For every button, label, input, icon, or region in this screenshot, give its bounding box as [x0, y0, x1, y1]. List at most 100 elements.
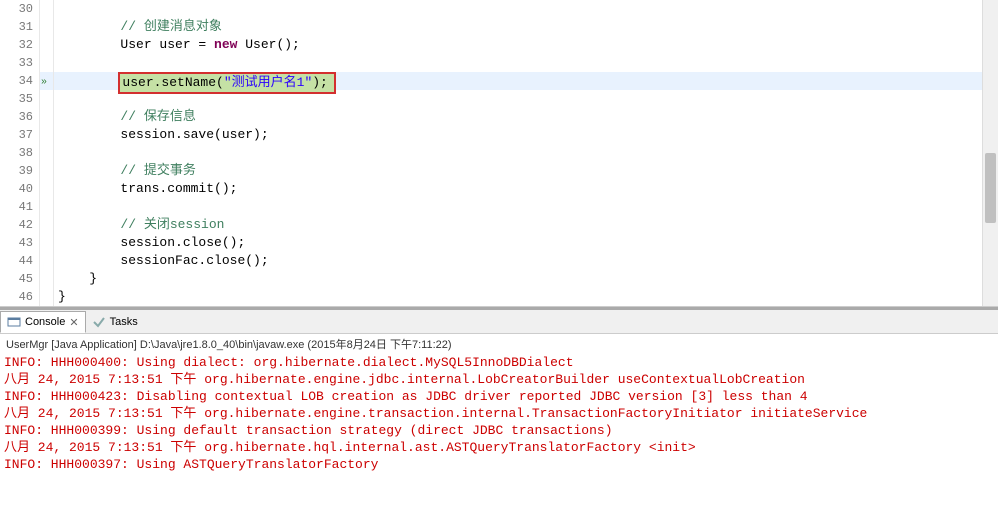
console-line: INFO: HHH000400: Using dialect: org.hibe… [4, 354, 994, 371]
console-icon [7, 315, 21, 329]
code-content[interactable]: user.setName("测试用户名1"); [54, 72, 998, 90]
bottom-panel: Console ✕ Tasks UserMgr [Java Applicatio… [0, 307, 998, 529]
token-method: ); [312, 75, 328, 90]
gutter-annotation [40, 234, 54, 252]
code-content[interactable] [54, 144, 998, 162]
line-number: 35 [0, 90, 40, 108]
tab-bar: Console ✕ Tasks [0, 310, 998, 334]
token-punct: } [89, 271, 97, 286]
tab-console[interactable]: Console ✕ [0, 311, 86, 333]
vertical-scrollbar[interactable] [982, 0, 998, 306]
gutter-annotation [40, 54, 54, 72]
gutter-annotation [40, 162, 54, 180]
console-output[interactable]: INFO: HHH000400: Using dialect: org.hibe… [0, 354, 998, 473]
code-content[interactable] [54, 198, 998, 216]
code-content[interactable]: // 保存信息 [54, 108, 998, 126]
gutter-annotation [40, 288, 54, 306]
code-line[interactable]: 31 // 创建消息对象 [0, 18, 998, 36]
close-icon[interactable]: ✕ [69, 316, 78, 329]
console-line: INFO: HHH000399: Using default transacti… [4, 422, 994, 439]
gutter-annotation: » [40, 72, 54, 90]
code-line[interactable]: 30 [0, 0, 998, 18]
code-content[interactable]: // 关闭session [54, 216, 998, 234]
code-line[interactable]: 44 sessionFac.close(); [0, 252, 998, 270]
tasks-icon [92, 315, 106, 329]
token-method: session.close(); [120, 235, 245, 250]
token-kw: new [214, 37, 237, 52]
code-line[interactable]: 42 // 关闭session [0, 216, 998, 234]
line-number: 33 [0, 54, 40, 72]
gutter-annotation [40, 90, 54, 108]
gutter-annotation [40, 252, 54, 270]
scrollbar-thumb[interactable] [985, 153, 996, 223]
code-line[interactable]: 32 User user = new User(); [0, 36, 998, 54]
token-method: user.setName( [122, 75, 223, 90]
code-content[interactable] [54, 0, 998, 18]
code-line[interactable]: 40 trans.commit(); [0, 180, 998, 198]
line-number: 34 [0, 72, 40, 90]
token-method: session.save(user); [120, 127, 268, 142]
gutter-annotation [40, 126, 54, 144]
line-number: 36 [0, 108, 40, 126]
tab-tasks[interactable]: Tasks [86, 311, 144, 333]
line-number: 32 [0, 36, 40, 54]
code-content[interactable] [54, 90, 998, 108]
code-line[interactable]: 36 // 保存信息 [0, 108, 998, 126]
code-line[interactable]: 33 [0, 54, 998, 72]
token-punct: } [58, 289, 66, 304]
line-number: 38 [0, 144, 40, 162]
gutter-annotation [40, 144, 54, 162]
code-content[interactable]: trans.commit(); [54, 180, 998, 198]
token-cmt: // 关闭session [120, 217, 224, 232]
console-header: UserMgr [Java Application] D:\Java\jre1.… [0, 334, 998, 354]
code-content[interactable]: User user = new User(); [54, 36, 998, 54]
line-number: 41 [0, 198, 40, 216]
code-line[interactable]: 35 [0, 90, 998, 108]
gutter-annotation [40, 36, 54, 54]
line-number: 42 [0, 216, 40, 234]
code-line[interactable]: 46} [0, 288, 998, 306]
gutter-annotation [40, 270, 54, 288]
gutter-annotation [40, 216, 54, 234]
token-str: "测试用户名1" [224, 75, 312, 90]
line-number: 40 [0, 180, 40, 198]
gutter-annotation [40, 0, 54, 18]
gutter-annotation [40, 18, 54, 36]
gutter-annotation [40, 180, 54, 198]
code-line[interactable]: 41 [0, 198, 998, 216]
code-content[interactable]: session.close(); [54, 234, 998, 252]
code-content[interactable]: // 提交事务 [54, 162, 998, 180]
token-cmt: // 提交事务 [120, 163, 195, 178]
line-number: 46 [0, 288, 40, 306]
code-line[interactable]: 39 // 提交事务 [0, 162, 998, 180]
code-line[interactable]: 37 session.save(user); [0, 126, 998, 144]
code-content[interactable]: // 创建消息对象 [54, 18, 998, 36]
line-number: 39 [0, 162, 40, 180]
token-type: User(); [237, 37, 299, 52]
code-line[interactable]: 43 session.close(); [0, 234, 998, 252]
line-number: 44 [0, 252, 40, 270]
code-line[interactable]: 38 [0, 144, 998, 162]
gutter-annotation [40, 108, 54, 126]
line-number: 43 [0, 234, 40, 252]
tab-tasks-label: Tasks [110, 316, 138, 328]
code-content[interactable]: sessionFac.close(); [54, 252, 998, 270]
code-content[interactable]: } [54, 270, 998, 288]
code-line[interactable]: 45 } [0, 270, 998, 288]
console-line: INFO: HHH000423: Disabling contextual LO… [4, 388, 994, 405]
tab-console-label: Console [25, 316, 65, 328]
console-line: 八月 24, 2015 7:13:51 下午 org.hibernate.eng… [4, 405, 994, 422]
console-line: 八月 24, 2015 7:13:51 下午 org.hibernate.eng… [4, 371, 994, 388]
console-line: INFO: HHH000397: Using ASTQueryTranslato… [4, 456, 994, 473]
code-content[interactable] [54, 54, 998, 72]
code-content[interactable]: } [54, 288, 998, 306]
token-method: trans.commit(); [120, 181, 237, 196]
code-content[interactable]: session.save(user); [54, 126, 998, 144]
code-line[interactable]: 34» user.setName("测试用户名1"); [0, 72, 998, 90]
line-number: 45 [0, 270, 40, 288]
token-method: sessionFac.close(); [120, 253, 268, 268]
console-line: 八月 24, 2015 7:13:51 下午 org.hibernate.hql… [4, 439, 994, 456]
code-editor[interactable]: 30 31 // 创建消息对象32 User user = new User()… [0, 0, 998, 307]
token-cmt: // 创建消息对象 [120, 19, 221, 34]
line-number: 37 [0, 126, 40, 144]
